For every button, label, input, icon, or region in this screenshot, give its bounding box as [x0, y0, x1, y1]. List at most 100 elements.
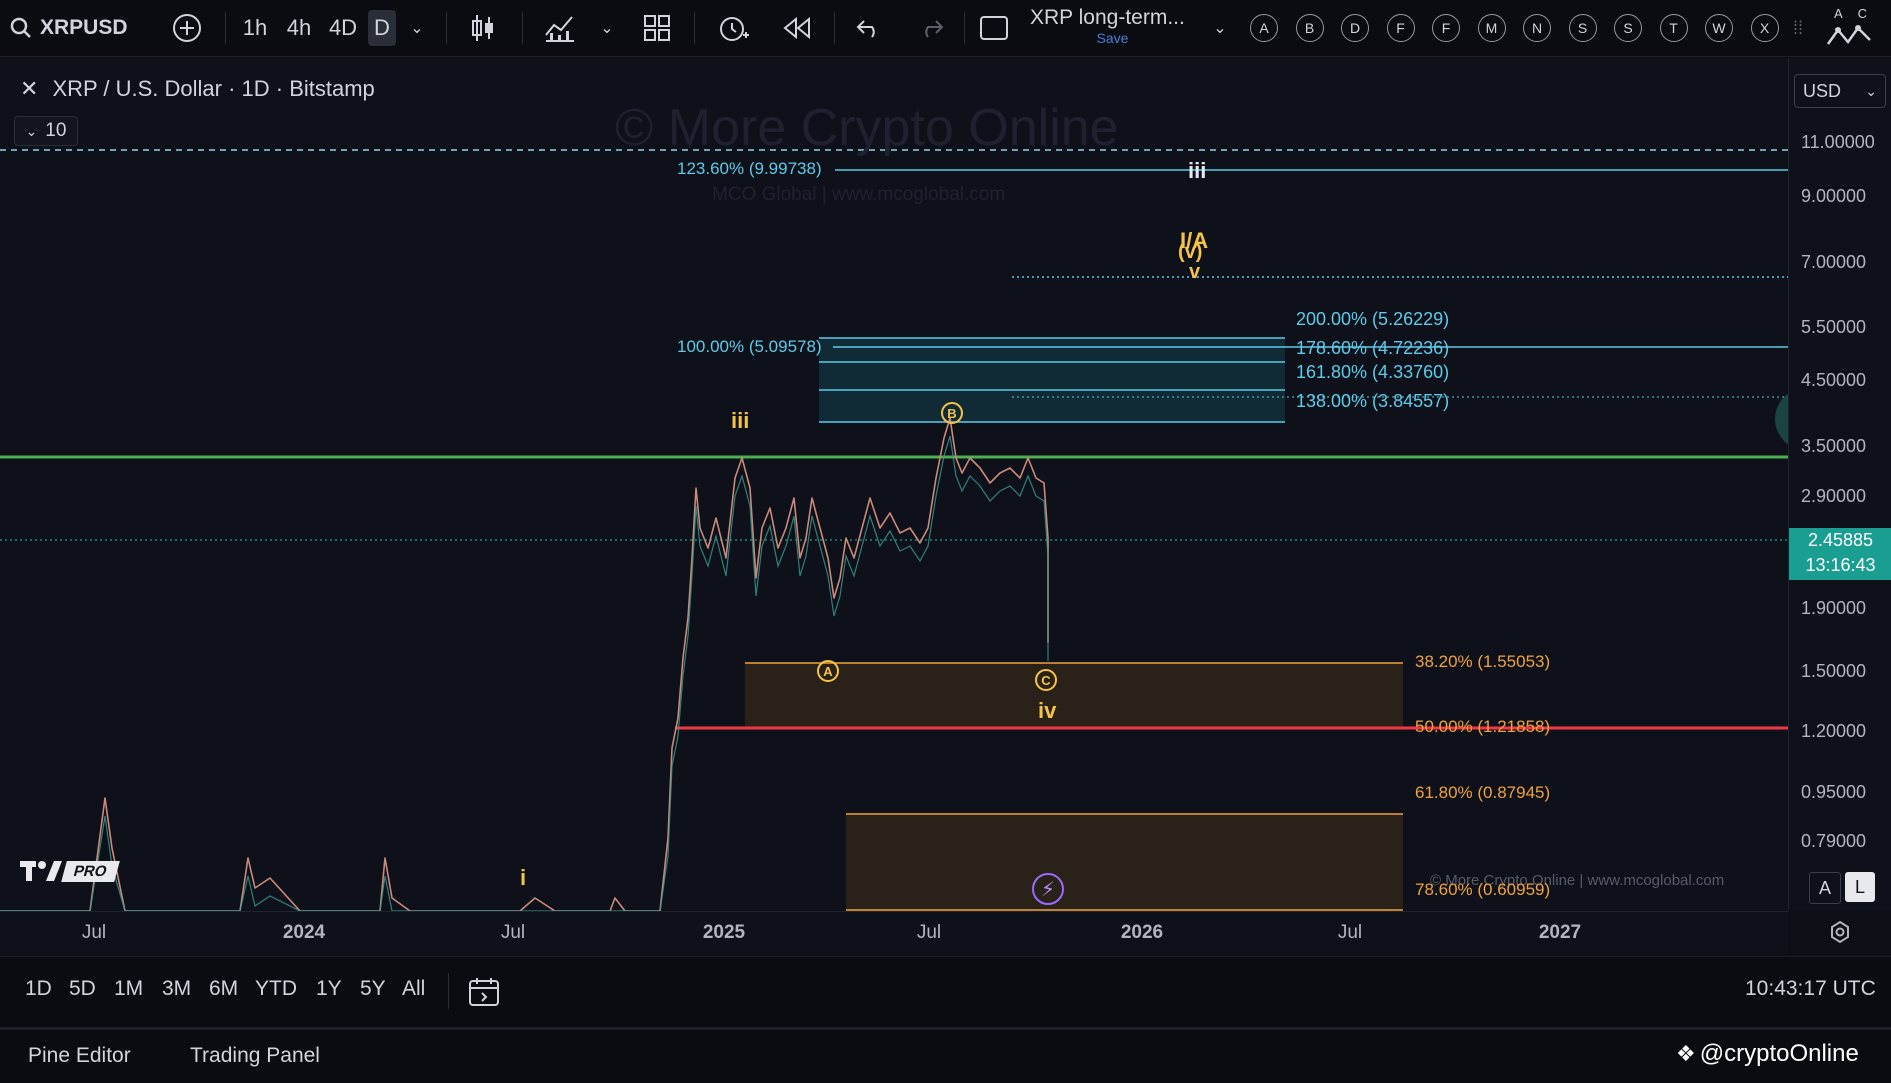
wave-label-iv: iv — [1038, 698, 1057, 723]
price-tick: 3.50000 — [1801, 436, 1867, 456]
price-tick: 1.20000 — [1801, 721, 1867, 741]
save-label: Save — [1096, 30, 1129, 46]
drawing-template-button[interactable]: W — [1705, 14, 1733, 42]
range-3m[interactable]: 3M — [162, 977, 191, 1001]
interval-1h[interactable]: 1h — [240, 10, 270, 46]
compare-add-icon[interactable] — [170, 10, 204, 46]
currency-select[interactable]: USD ⌄ — [1794, 74, 1886, 108]
drawing-template-button[interactable]: A — [1250, 14, 1278, 42]
bottom-panel-bar: Pine Editor Trading Panel ❖ @cryptoOnlin… — [0, 1027, 1891, 1083]
fib-zone-lower-1 — [745, 663, 1403, 728]
brand-text: @cryptoOnline — [1699, 1040, 1859, 1067]
range-all[interactable]: All — [402, 977, 425, 1001]
drawing-template-button[interactable]: F — [1432, 14, 1460, 42]
calendar-goto-icon[interactable] — [468, 977, 500, 1012]
chart-pane[interactable]: ✕ XRP / U.S. Dollar · 1D · Bitstamp ⌄ 10… — [0, 58, 1837, 911]
wave-label-c: C — [1035, 669, 1057, 691]
indicators-collapse-button[interactable]: ⌄ 10 — [14, 116, 78, 146]
wave-label-v: v — [1189, 261, 1201, 283]
replay-icon[interactable] — [780, 10, 814, 46]
corner-letters: A C — [1834, 6, 1873, 21]
symbol-search[interactable]: XRPUSD — [10, 10, 136, 46]
brand-diamond-icon: ❖ — [1676, 1041, 1696, 1066]
range-ytd[interactable]: YTD — [255, 977, 297, 1001]
wave-label-iii-top: iii — [1188, 158, 1207, 183]
price-tick: 0.95000 — [1801, 782, 1867, 802]
auto-scale-button[interactable]: A — [1809, 872, 1841, 904]
wave-icon — [1826, 25, 1871, 45]
fib-label-161-8: 161.80% (4.33760) — [1296, 362, 1450, 382]
chart-legend: ✕ XRP / U.S. Dollar · 1D · Bitstamp — [20, 76, 375, 102]
currency-chevron-icon: ⌄ — [1865, 82, 1877, 99]
current-price: 2.45885 — [1807, 530, 1874, 550]
price-tick: 4.50000 — [1801, 370, 1867, 390]
fib-label-38-2: 38.20% (1.55053) — [1415, 652, 1551, 671]
layout-name: XRP long-term... — [1030, 6, 1185, 29]
price-tick: 1.50000 — [1801, 661, 1867, 681]
drawing-template-button[interactable]: D — [1341, 14, 1369, 42]
range-1m[interactable]: 1M — [114, 977, 143, 1001]
range-5y[interactable]: 5Y — [360, 977, 386, 1001]
tv-logo-icon — [20, 861, 62, 881]
fib-label-200: 200.00% (5.26229) — [1296, 309, 1450, 329]
tradingview-logo[interactable]: PRO — [20, 859, 120, 883]
chart-title: XRP / U.S. Dollar · 1D · Bitstamp — [52, 76, 375, 101]
drawing-template-button[interactable]: S — [1614, 14, 1642, 42]
search-icon — [10, 17, 31, 38]
lightning-icon[interactable]: ⚡ — [1032, 873, 1064, 905]
drawing-template-button[interactable]: T — [1659, 14, 1688, 42]
time-axis[interactable] — [0, 911, 1788, 956]
indicators-chevron-icon[interactable]: ⌄ — [596, 10, 618, 46]
brand-overlay: ❖ @cryptoOnline — [1676, 1040, 1859, 1068]
time-tick: 2026 — [1120, 922, 1164, 943]
range-5d[interactable]: 5D — [69, 977, 96, 1001]
fib-label-123-6: 123.60% (9.99738) — [677, 159, 822, 178]
range-divider — [448, 973, 449, 1009]
price-tick: 2.90000 — [1801, 486, 1867, 506]
corner-widget[interactable]: A C — [1816, 2, 1891, 56]
drawing-template-button[interactable]: N — [1523, 14, 1551, 42]
range-1y[interactable]: 1Y — [316, 977, 342, 1001]
price-tick: 7.00000 — [1801, 252, 1867, 272]
range-bar: 1D 5D 1M 3M 6M YTD 1Y 5Y All 10:43:17 UT… — [0, 956, 1891, 1027]
utc-clock[interactable]: 10:43:17 UTC — [1745, 977, 1876, 1001]
price-axis[interactable]: USD ⌄ 11.00000 9.00000 7.00000 5.50000 4… — [1788, 58, 1891, 911]
current-price-badge: 2.45885 13:16:43 — [1789, 528, 1891, 580]
close-icon[interactable]: ✕ — [20, 76, 38, 102]
redo-icon[interactable] — [916, 10, 946, 46]
layout-name-button[interactable]: XRP long-term... Save — [1030, 6, 1200, 50]
layout-grid-icon[interactable] — [640, 10, 674, 46]
drawing-template-button[interactable]: M — [1477, 14, 1506, 42]
drag-handle-icon[interactable]: ⁞⁞ — [1784, 10, 1812, 46]
interval-4h[interactable]: 4h — [282, 10, 316, 46]
time-tick: Jul — [916, 922, 942, 943]
drawing-template-button[interactable]: S — [1568, 14, 1597, 42]
wave-label-b: B — [941, 402, 963, 424]
time-tick: Jul — [500, 922, 526, 943]
fullscreen-box-icon[interactable] — [978, 10, 1010, 46]
trading-panel-tab[interactable]: Trading Panel — [190, 1044, 320, 1068]
drawing-template-button[interactable]: F — [1386, 14, 1415, 42]
range-6m[interactable]: 6M — [209, 977, 238, 1001]
alert-clock-icon[interactable] — [714, 10, 752, 46]
pine-editor-tab[interactable]: Pine Editor — [28, 1044, 131, 1068]
fib-label-50: 50.00% (1.21858) — [1415, 717, 1551, 736]
drawing-template-button[interactable]: X — [1750, 14, 1779, 42]
interval-d-active[interactable]: D — [368, 10, 396, 46]
range-1d[interactable]: 1D — [25, 977, 52, 1001]
candles-icon[interactable] — [466, 10, 500, 46]
undo-icon[interactable] — [854, 10, 884, 46]
interval-4d[interactable]: 4D — [326, 10, 360, 46]
price-tick: 9.00000 — [1801, 186, 1867, 206]
log-scale-button[interactable]: L — [1845, 872, 1875, 902]
fib-label-178-6: 178.60% (4.72236) — [1296, 338, 1450, 358]
layout-chevron-icon[interactable]: ⌄ — [1210, 10, 1230, 46]
wave-label-i: i — [520, 865, 527, 890]
interval-dropdown-chevron-icon[interactable]: ⌄ — [406, 10, 428, 46]
time-tick: 2025 — [702, 922, 746, 943]
settings-gear-icon[interactable] — [1828, 920, 1852, 944]
fib-label-61-8: 61.80% (0.87945) — [1415, 783, 1551, 802]
drawing-template-button[interactable]: B — [1295, 14, 1324, 42]
indicators-icon[interactable] — [540, 10, 580, 46]
watermark-main: © More Crypto Online — [615, 99, 1119, 157]
